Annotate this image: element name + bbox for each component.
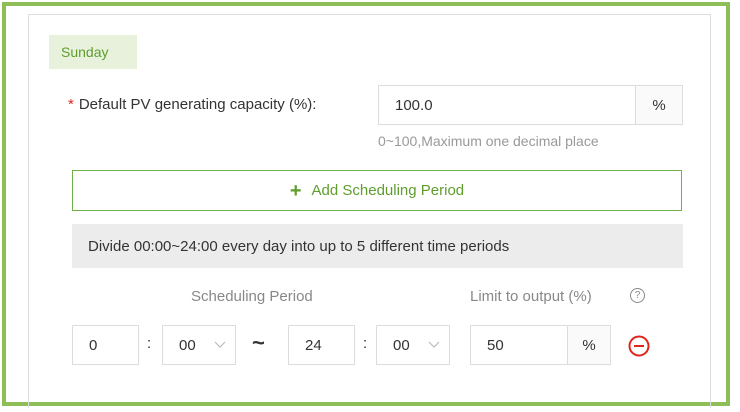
range-separator: ~ [252,330,265,355]
capacity-hint: 0~100,Maximum one decimal place [378,133,599,149]
capacity-label: * Default PV generating capacity (%): [68,96,316,113]
end-hour-value: 24 [305,336,322,354]
capacity-unit: % [635,86,682,124]
column-header-limit: Limit to output (%) [470,288,592,305]
add-button-label: Add Scheduling Period [311,182,465,199]
end-hour-input[interactable]: 24 [288,325,355,365]
info-text: Divide 00:00~24:00 every day into up to … [88,237,510,255]
end-minute-select[interactable]: 00 [376,325,450,365]
time-separator: : [147,335,152,352]
chevron-down-icon [214,341,226,348]
column-header-period: Scheduling Period [191,288,313,305]
day-tab-sunday[interactable]: Sunday [49,35,137,69]
required-mark: * [68,96,74,113]
time-separator: : [363,335,368,352]
start-minute-value: 00 [179,336,196,354]
chevron-down-icon [428,341,440,348]
start-hour-value: 0 [89,336,98,354]
capacity-label-text: Default PV generating capacity (%): [78,96,317,113]
start-hour-input[interactable]: 0 [72,325,139,365]
capacity-input[interactable]: 100.0 % [378,85,683,125]
capacity-value[interactable]: 100.0 [379,86,635,124]
limit-unit: % [567,326,610,364]
remove-period-icon[interactable] [628,335,650,357]
help-icon[interactable]: ? [630,288,645,303]
limit-output-input[interactable]: 50 % [470,325,611,365]
start-minute-select[interactable]: 00 [162,325,236,365]
plus-icon: + [289,179,302,202]
info-bar: Divide 00:00~24:00 every day into up to … [72,224,683,268]
add-scheduling-period-button[interactable]: + Add Scheduling Period [72,170,682,211]
limit-value[interactable]: 50 [471,337,567,354]
end-minute-value: 00 [393,336,410,354]
